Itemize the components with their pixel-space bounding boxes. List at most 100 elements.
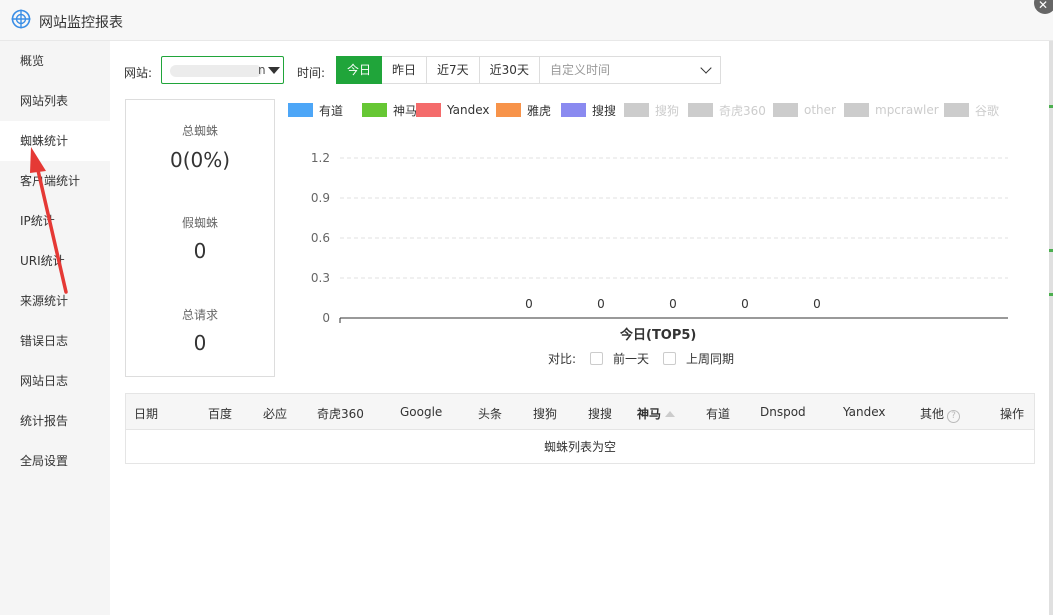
column-header[interactable]: 头条 [478, 405, 502, 422]
monitor-logo-icon [11, 9, 31, 29]
site-select[interactable]: n [161, 56, 284, 84]
sidebar-item-site-log[interactable]: 网站日志 [0, 361, 110, 401]
legend-swatch [561, 103, 586, 117]
legend-label: 雅虎 [527, 103, 552, 118]
column-header[interactable]: 奇虎360 [317, 405, 364, 422]
column-header[interactable]: 有道 [706, 405, 730, 422]
total-spider-value: 0(0%) [169, 148, 231, 172]
sidebar-item-ip-stats[interactable]: IP统计 [0, 201, 110, 241]
column-header[interactable]: Google [400, 405, 442, 419]
custom-time-placeholder: 自定义时间 [549, 63, 610, 77]
site-value-redacted [170, 65, 262, 77]
legend-label: 神马 [393, 103, 418, 118]
legend-swatch [496, 103, 521, 117]
legend-label: mpcrawler [875, 103, 939, 117]
sidebar-item-site-list[interactable]: 网站列表 [0, 81, 110, 121]
column-header: 日期 [134, 407, 159, 421]
total-spider-label: 总蜘蛛 [181, 124, 218, 138]
sidebar-item-global-settings[interactable]: 全局设置 [0, 441, 110, 481]
scroll-edge [1049, 41, 1053, 615]
tab-today[interactable]: 今日 [336, 56, 383, 84]
legend-swatch [624, 103, 649, 117]
empty-table-message: 蜘蛛列表为空 [543, 440, 616, 454]
column-header[interactable]: 必应 [263, 405, 287, 422]
sidebar-item-overview[interactable]: 概览 [0, 41, 110, 81]
sidebar-item-uri-stats[interactable]: URI统计 [0, 241, 110, 281]
legend-item[interactable]: 奇虎360 [688, 102, 766, 118]
legend-label: 奇虎360 [719, 103, 766, 118]
legend-item[interactable]: 搜狗 [624, 102, 679, 118]
legend-label: 有道 [319, 103, 344, 118]
legend-item[interactable]: 谷歌 [944, 102, 999, 118]
sidebar: 概览 网站列表 蜘蛛统计 客户端统计 IP统计 URI统计 来源统计 错误日志 … [0, 41, 110, 615]
column-header-sorted[interactable]: 神马 [637, 405, 676, 422]
help-icon[interactable]: ? [947, 410, 961, 423]
column-header[interactable]: 百度 [208, 405, 232, 422]
tab-last-7-days[interactable]: 近7天 [427, 56, 480, 84]
column-header[interactable]: 搜狗 [533, 405, 557, 422]
tab-last-30-days[interactable]: 近30天 [479, 56, 540, 84]
window-title: 网站监控报表 [39, 15, 123, 31]
legend-item[interactable]: mpcrawler [844, 102, 939, 118]
legend-item[interactable]: 搜搜 [561, 102, 616, 118]
site-label: 网站: [124, 66, 153, 80]
legend-swatch [944, 103, 969, 117]
y-tick-label: 1.2 [311, 151, 330, 165]
caret-down-icon [268, 67, 280, 74]
total-requests-value: 0 [193, 331, 207, 355]
sidebar-item-client-stats[interactable]: 客户端统计 [0, 161, 110, 201]
sidebar-item-report[interactable]: 统计报告 [0, 401, 110, 441]
legend-item[interactable]: Yandex [416, 102, 490, 118]
column-header-other[interactable]: 其他? [920, 405, 961, 423]
time-range-tabs: 今日 昨日 近7天 近30天 自定义时间 [336, 56, 721, 84]
total-requests-label: 总请求 [181, 308, 218, 322]
custom-time-picker[interactable]: 自定义时间 [539, 56, 721, 84]
spider-table: 日期 百度 必应 奇虎360 Google 头条 搜狗 搜搜 神马 有道 Dns… [125, 393, 1035, 464]
compare-last-week-checkbox[interactable] [663, 352, 676, 365]
column-header[interactable]: Yandex [843, 405, 886, 419]
compare-last-week-label: 上周同期 [686, 352, 735, 366]
fake-spider-label: 假蜘蛛 [181, 216, 218, 230]
legend-swatch [688, 103, 713, 117]
bar-data-label: 0 [525, 297, 533, 311]
edge-marker [1049, 105, 1053, 108]
y-tick-label: 0.3 [311, 271, 330, 285]
chevron-down-icon [700, 62, 712, 74]
legend-item[interactable]: 雅虎 [496, 102, 551, 118]
sidebar-item-spider-stats[interactable]: 蜘蛛统计 [0, 121, 110, 161]
legend-item[interactable]: 神马 [362, 102, 417, 118]
close-icon[interactable]: ✕ [1034, 0, 1053, 14]
column-header: 操作 [1000, 407, 1025, 421]
site-value-suffix: n [258, 63, 266, 77]
edge-marker [1049, 293, 1053, 296]
edge-marker [1049, 249, 1053, 252]
table-header: 日期 百度 必应 奇虎360 Google 头条 搜狗 搜搜 神马 有道 Dns… [126, 394, 1034, 430]
legend-swatch [288, 103, 313, 117]
legend-label: Yandex [447, 103, 490, 117]
legend-item[interactable]: other [773, 102, 836, 118]
legend-label: 谷歌 [975, 103, 1000, 118]
compare-prev-day-checkbox[interactable] [590, 352, 603, 365]
legend-label: 搜狗 [655, 103, 680, 118]
legend-swatch [844, 103, 869, 117]
y-tick-label: 0 [322, 311, 330, 325]
legend-item[interactable]: 有道 [288, 102, 343, 118]
column-header-label: 神马 [637, 407, 662, 421]
tab-yesterday[interactable]: 昨日 [382, 56, 428, 84]
column-header[interactable]: Dnspod [760, 405, 806, 419]
bar-data-label: 0 [669, 297, 677, 311]
chart-title: 今日(TOP5) [620, 328, 697, 343]
time-label: 时间: [297, 66, 326, 80]
sort-asc-icon [665, 411, 676, 417]
sidebar-item-error-log[interactable]: 错误日志 [0, 321, 110, 361]
legend-label: other [804, 103, 836, 117]
sidebar-item-referer-stats[interactable]: 来源统计 [0, 281, 110, 321]
legend-swatch [773, 103, 798, 117]
compare-prev-day-label: 前一天 [613, 352, 650, 366]
column-header[interactable]: 搜搜 [588, 405, 612, 422]
spider-summary-card: 总蜘蛛 0(0%) 假蜘蛛 0 总请求 0 [125, 99, 275, 377]
legend-swatch [362, 103, 387, 117]
bar-data-label: 0 [741, 297, 749, 311]
compare-label: 对比: [548, 352, 577, 366]
y-tick-label: 0.9 [311, 191, 330, 205]
